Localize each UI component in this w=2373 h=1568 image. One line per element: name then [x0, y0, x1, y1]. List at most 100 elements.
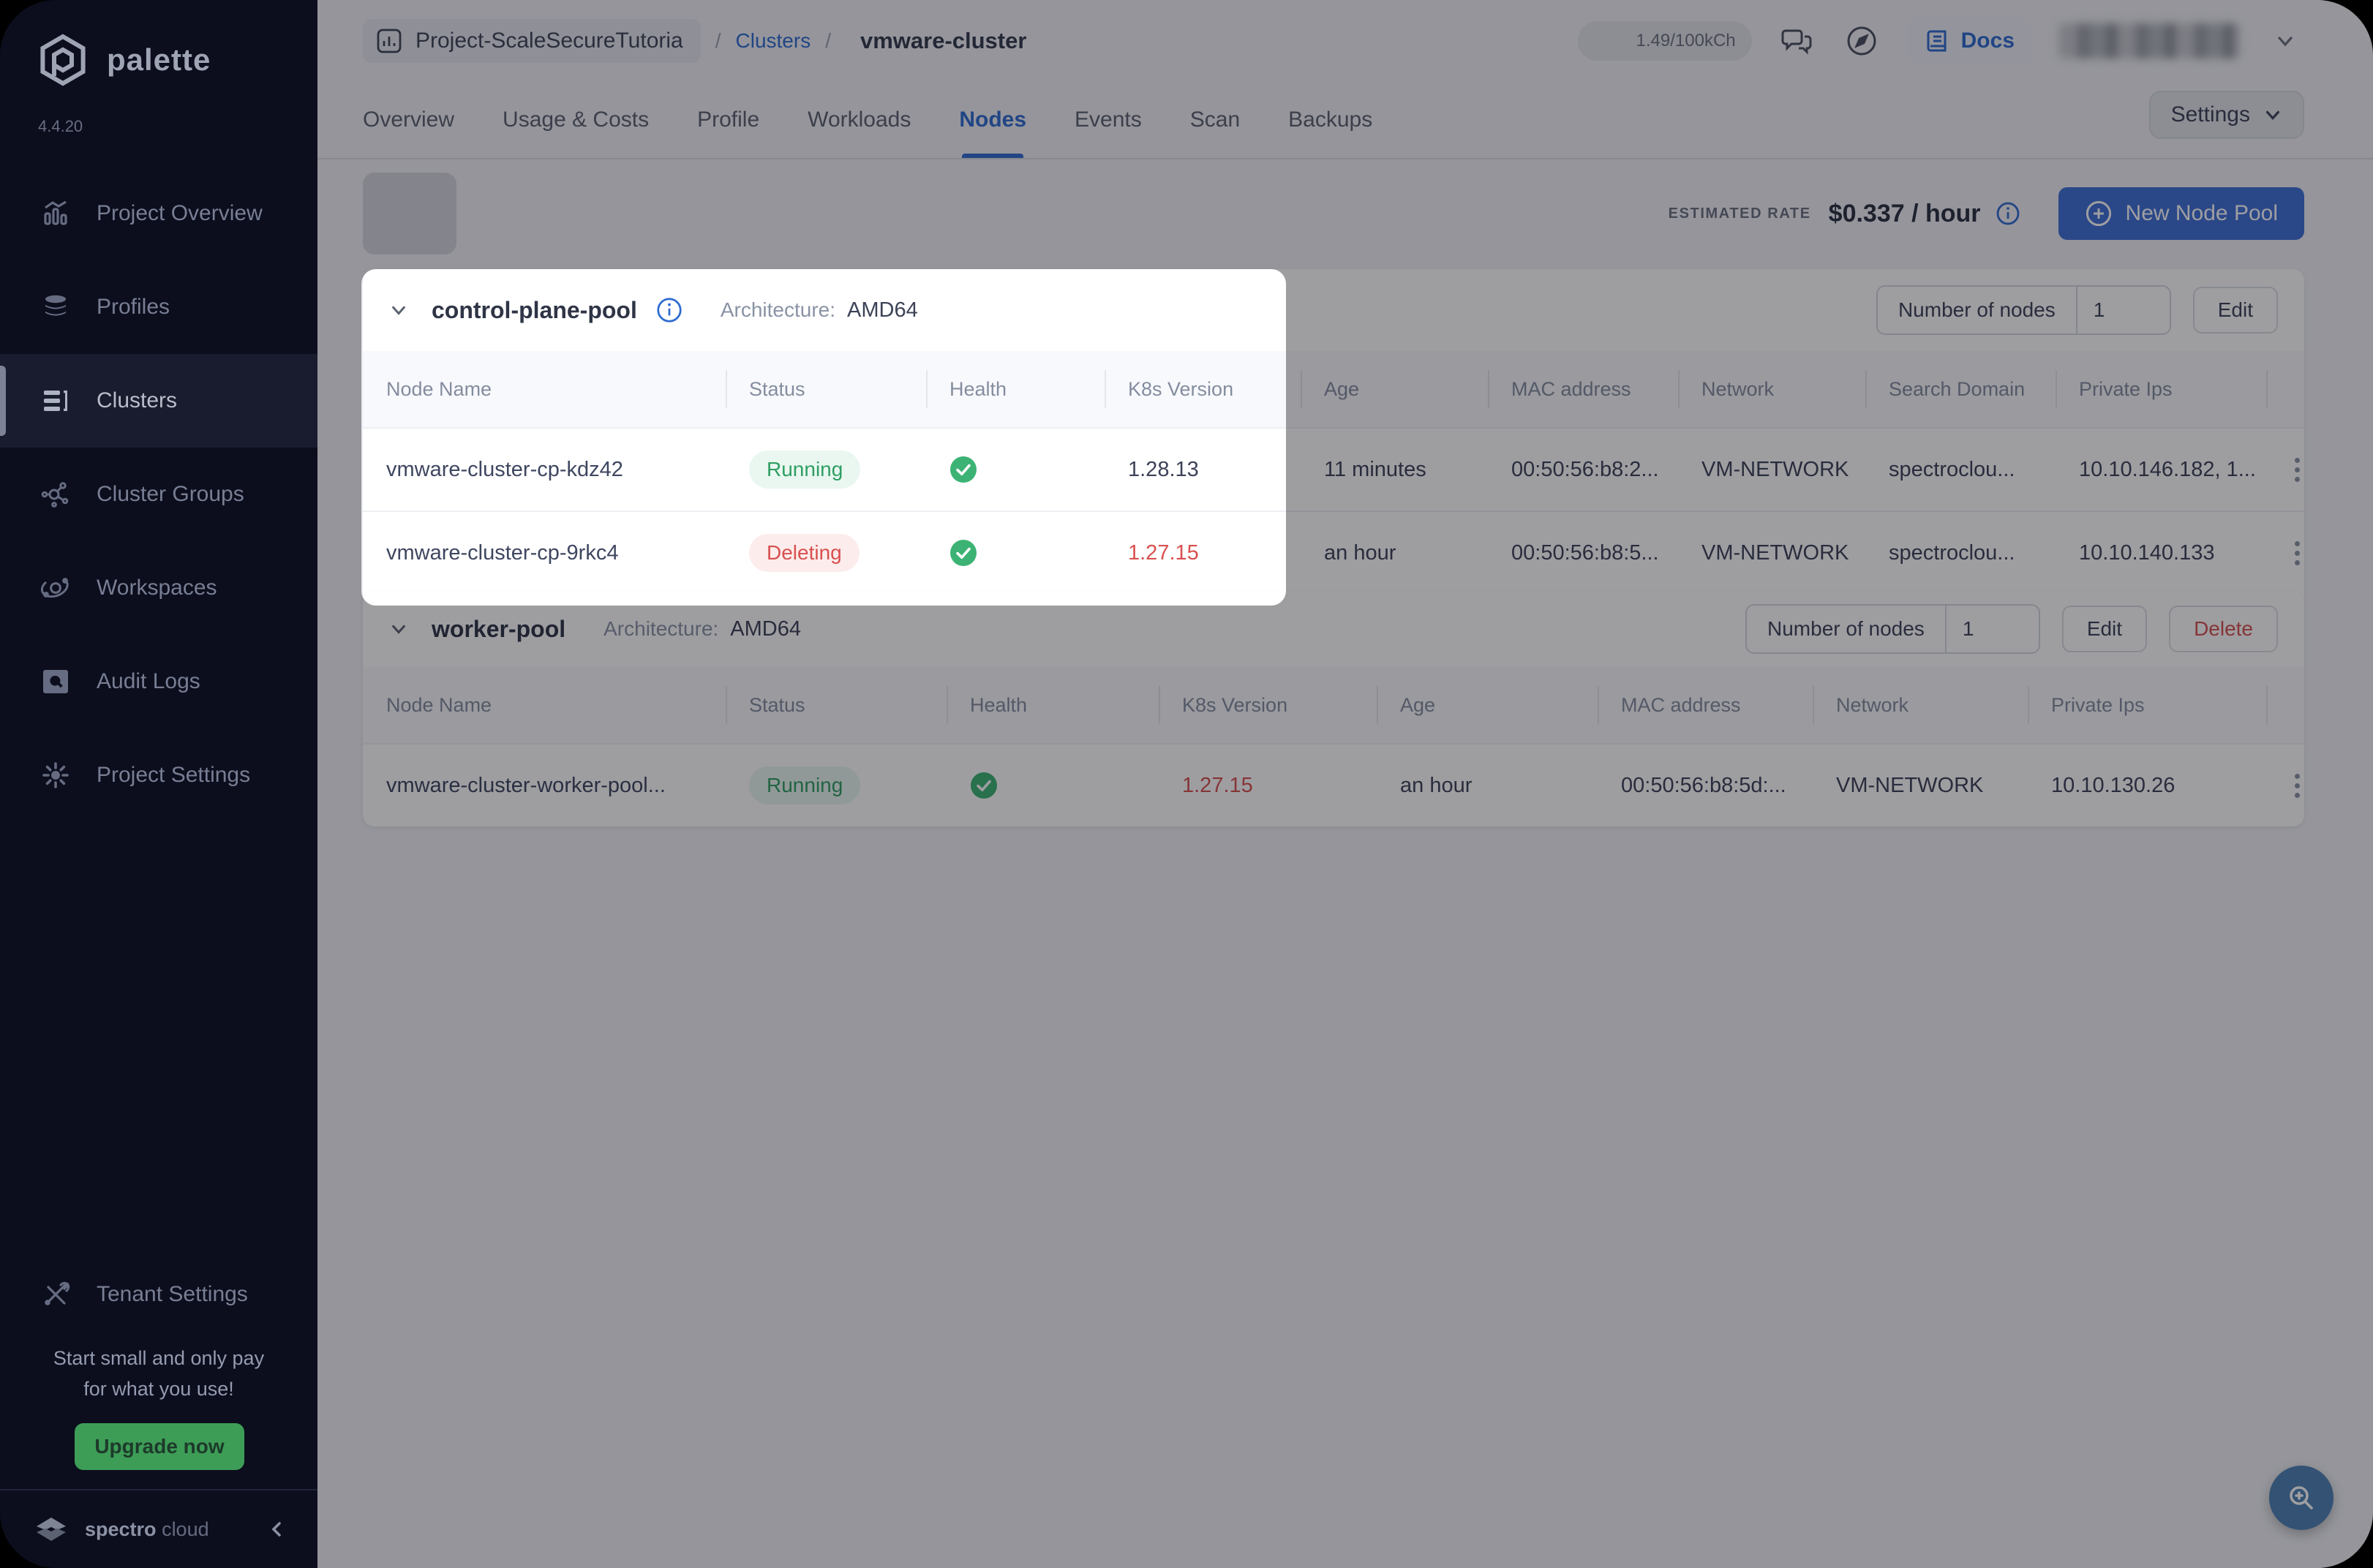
column-header: Private Ips	[2056, 351, 2266, 427]
column-header: Private Ips	[2028, 667, 2266, 743]
node-mac: 00:50:56:b8:2...	[1488, 427, 1678, 510]
breadcrumb-separator: /	[715, 29, 721, 53]
docs-button[interactable]: Docs	[1907, 18, 2032, 64]
node-status-cell: Running	[726, 427, 926, 510]
cluster-tabs: Overview Usage & Costs Profile Workloads…	[317, 82, 2373, 159]
column-header: Health	[947, 667, 1159, 743]
node-network: VM-NETWORK	[1813, 743, 2028, 826]
number-of-nodes-input[interactable]: 1	[1947, 606, 2039, 652]
kebab-menu-icon[interactable]	[2290, 512, 2304, 594]
column-header-actions	[2266, 667, 2304, 743]
check-circle-icon	[949, 539, 977, 567]
gear-icon	[40, 759, 72, 791]
user-menu-chevron-down-icon[interactable]	[2266, 22, 2304, 60]
tab-scan[interactable]: Scan	[1190, 82, 1240, 158]
settings-button[interactable]: Settings	[2149, 91, 2304, 139]
status-badge: Running	[749, 766, 860, 804]
column-header: Status	[726, 667, 947, 743]
tab-nodes[interactable]: Nodes	[959, 82, 1026, 158]
node-actions-cell	[2266, 427, 2304, 510]
sidebar-item-label: Project Overview	[97, 201, 263, 226]
search-fab[interactable]	[2269, 1466, 2333, 1530]
main-content: Project-ScaleSecureTutoria / Clusters / …	[317, 0, 2373, 1568]
tab-overview[interactable]: Overview	[363, 82, 454, 158]
sidebar-item-cluster-groups[interactable]: Cluster Groups	[0, 448, 317, 541]
breadcrumb-project-name: Project-ScaleSecureTutoria	[415, 29, 683, 53]
user-name-redacted[interactable]	[2058, 23, 2240, 59]
column-header: Network	[1813, 667, 2028, 743]
compass-icon[interactable]	[1843, 22, 1881, 60]
magnifier-box-icon	[40, 666, 72, 698]
palette-hexagon-logo-icon	[35, 32, 91, 88]
sidebar-item-project-overview[interactable]: Project Overview	[0, 167, 317, 260]
sidebar-footer: spectro cloud	[0, 1489, 317, 1568]
node-actions-cell	[2266, 743, 2304, 826]
sidebar-item-clusters[interactable]: Clusters	[0, 354, 317, 448]
upgrade-now-button[interactable]: Upgrade now	[75, 1423, 244, 1470]
spectro-cloud-logo	[32, 1510, 70, 1548]
tab-profile[interactable]: Profile	[697, 82, 759, 158]
info-icon[interactable]	[1996, 201, 2020, 226]
breadcrumb-cluster-name: vmware-cluster	[860, 28, 1026, 54]
delete-pool-button[interactable]: Delete	[2169, 606, 2278, 652]
collapse-chevron-down-icon[interactable]	[389, 301, 408, 320]
number-of-nodes-input[interactable]: 1	[2077, 287, 2170, 333]
chevron-down-icon	[2263, 105, 2282, 124]
node-search-domain: spectroclou...	[1865, 510, 2056, 594]
sidebar-item-audit-logs[interactable]: Audit Logs	[0, 635, 317, 728]
info-icon[interactable]	[656, 297, 682, 323]
sidebar-item-label: Workspaces	[97, 576, 217, 600]
node-health-cell	[947, 743, 1159, 826]
app-version: 4.4.20	[38, 117, 83, 136]
sidebar-item-project-settings[interactable]: Project Settings	[0, 728, 317, 822]
edit-pool-button[interactable]: Edit	[2062, 606, 2147, 652]
tab-workloads[interactable]: Workloads	[808, 82, 911, 158]
column-header: MAC address	[1488, 351, 1678, 427]
collapse-chevron-down-icon[interactable]	[389, 619, 408, 638]
node-age: an hour	[1377, 743, 1598, 826]
kebab-menu-icon[interactable]	[2290, 745, 2304, 826]
node-health-cell	[926, 427, 1105, 510]
estimated-rate-row: ESTIMATED RATE $0.337 / hour New Node Po…	[1669, 187, 2304, 240]
node-status-cell: Running	[726, 743, 947, 826]
number-of-nodes-label: Number of nodes	[1747, 606, 1947, 652]
column-header: Age	[1377, 667, 1598, 743]
node-name: vmware-cluster-cp-kdz42	[363, 427, 726, 510]
sidebar-item-profiles[interactable]: Profiles	[0, 260, 317, 354]
bar-chart-trend-icon	[40, 197, 72, 230]
tab-events[interactable]: Events	[1075, 82, 1142, 158]
sidebar-item-workspaces[interactable]: Workspaces	[0, 541, 317, 635]
column-header-actions	[2266, 351, 2304, 427]
new-node-pool-button[interactable]: New Node Pool	[2058, 187, 2304, 240]
chat-icon[interactable]	[1778, 22, 1816, 60]
sidebar-item-label: Profiles	[97, 295, 170, 320]
sidebar-item-label: Clusters	[97, 388, 177, 413]
plus-circle-icon	[2085, 200, 2113, 227]
architecture-value: AMD64	[847, 298, 918, 323]
node-k8s-version: 1.28.13	[1105, 427, 1301, 510]
sidebar-item-label: Tenant Settings	[97, 1282, 248, 1307]
estimated-rate-label: ESTIMATED RATE	[1669, 206, 1811, 222]
palette-logo: palette	[35, 32, 211, 88]
status-badge: Running	[749, 451, 860, 489]
column-header: K8s Version	[1105, 351, 1301, 427]
check-circle-icon	[970, 772, 998, 799]
worker-pool-header: worker-pool Architecture: AMD64 Number o…	[363, 591, 2304, 667]
view-toggle-tile[interactable]	[363, 173, 456, 255]
sidebar-item-tenant-settings[interactable]: Tenant Settings	[0, 1248, 317, 1341]
edit-pool-button[interactable]: Edit	[2193, 287, 2278, 333]
tab-usage-costs[interactable]: Usage & Costs	[503, 82, 649, 158]
node-k8s-version: 1.27.15	[1159, 743, 1377, 826]
tab-backups[interactable]: Backups	[1288, 82, 1372, 158]
column-header: Age	[1301, 351, 1488, 427]
pool-name: control-plane-pool	[432, 297, 637, 324]
sidebar-collapse-chevron-icon[interactable]	[268, 1520, 285, 1538]
kebab-menu-icon[interactable]	[2290, 429, 2304, 510]
breadcrumb-project[interactable]: Project-ScaleSecureTutoria	[363, 19, 701, 63]
worker-node-table: Node Name Status Health K8s Version Age …	[363, 667, 2304, 826]
sidebar: palette 4.4.20 Project Overview	[0, 0, 317, 1568]
book-icon	[1925, 28, 1951, 54]
sidebar-item-label: Project Settings	[97, 763, 250, 788]
breadcrumb-clusters-link[interactable]: Clusters	[736, 29, 811, 53]
node-health-cell	[926, 510, 1105, 594]
